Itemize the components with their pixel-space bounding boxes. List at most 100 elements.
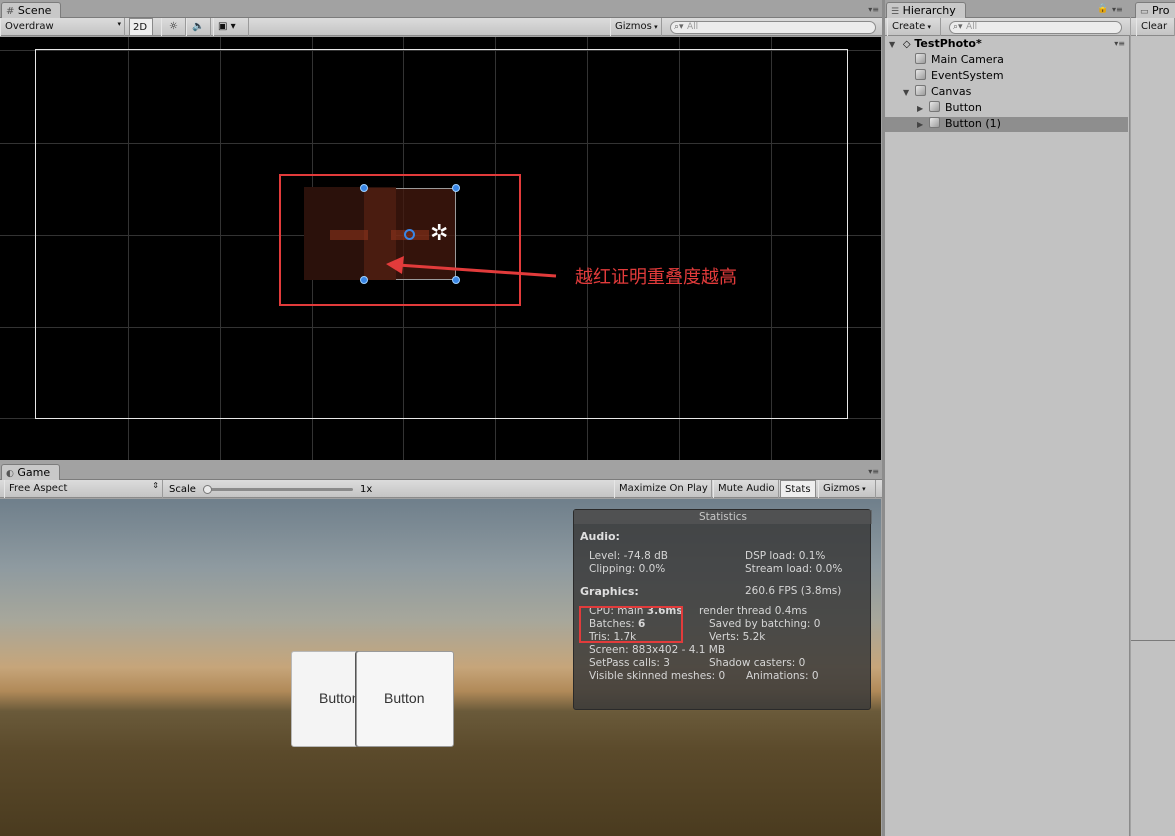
scene-viewport[interactable]: ✲ 越红证明重叠度越高 bbox=[0, 37, 881, 460]
hierarchy-item-selected[interactable]: ▶ Button (1) bbox=[885, 117, 1128, 132]
search-icon: ⌕▾ bbox=[674, 22, 684, 32]
scale-label: Scale bbox=[169, 484, 196, 495]
create-label: Create bbox=[892, 21, 926, 32]
scene-gizmos-label: Gizmos bbox=[615, 21, 652, 32]
audio-toggle-icon[interactable]: 🔈 bbox=[186, 18, 211, 36]
gameobject-icon bbox=[929, 117, 940, 128]
audio-level: Level: -74.8 dB bbox=[589, 550, 668, 562]
hierarchy-item-label: EventSystem bbox=[931, 69, 1004, 82]
annotation-text: 越红证明重叠度越高 bbox=[575, 267, 737, 288]
render-thread: render thread 0.4ms bbox=[699, 605, 808, 617]
gameobject-icon bbox=[915, 69, 926, 80]
dropdown-arrow-icon: ⇕ bbox=[152, 481, 159, 490]
scale-slider-thumb[interactable] bbox=[203, 485, 212, 494]
setpass-calls: SetPass calls: 3 bbox=[589, 657, 670, 669]
tab-project-label: Pro bbox=[1152, 4, 1170, 17]
verts-count: Verts: 5.2k bbox=[709, 631, 766, 643]
hierarchy-panel: ☰ Hierarchy 🔒 ▾≡ Create ▾ ⌕▾ All ▼ ◇ Tes… bbox=[885, 0, 1130, 836]
expand-arrow-icon[interactable]: ▼ bbox=[903, 88, 913, 97]
gameobject-icon bbox=[915, 85, 926, 96]
expand-arrow-icon[interactable]: ▼ bbox=[889, 40, 899, 49]
scene-tabbar: # Scene ▾≡ bbox=[0, 0, 882, 19]
collapse-arrow-icon[interactable]: ▶ bbox=[917, 120, 927, 129]
audio-heading: Audio: bbox=[580, 530, 620, 543]
stream-load: Stream load: 0.0% bbox=[745, 563, 843, 575]
effects-dropdown-icon[interactable]: ▣ ▾ bbox=[213, 18, 249, 36]
stats-toggle[interactable]: Stats bbox=[780, 480, 816, 498]
hierarchy-item[interactable]: EventSystem bbox=[903, 69, 1127, 85]
screen-info: Screen: 883x402 - 4.1 MB bbox=[589, 644, 726, 656]
tab-scene-label: Scene bbox=[17, 4, 52, 17]
gameobject-icon bbox=[929, 101, 940, 112]
lighting-toggle-icon[interactable]: ☼ bbox=[161, 18, 186, 36]
tab-scene[interactable]: # Scene bbox=[1, 2, 61, 19]
scene-search-placeholder: All bbox=[687, 22, 699, 32]
aspect-dropdown[interactable]: Free Aspect ⇕ bbox=[4, 480, 163, 498]
game-viewport[interactable]: Button Button Statistics Audio: Level: -… bbox=[0, 499, 881, 836]
tab-hierarchy[interactable]: ☰ Hierarchy bbox=[886, 2, 966, 19]
batches-highlight-box bbox=[579, 606, 683, 643]
project-toolbar: Clear bbox=[1131, 18, 1175, 36]
scale-slider[interactable] bbox=[203, 485, 353, 494]
hierarchy-search-input[interactable]: ⌕▾ All bbox=[949, 21, 1122, 34]
search-icon: ⌕▾ bbox=[953, 22, 963, 32]
panel-divider bbox=[1131, 640, 1175, 641]
collapse-arrow-icon[interactable]: ▶ bbox=[917, 104, 927, 113]
2d-toggle-button[interactable]: 2D bbox=[129, 18, 153, 36]
hierarchy-tabbar: ☰ Hierarchy 🔒 ▾≡ bbox=[885, 0, 1130, 19]
annotation-arrow bbox=[386, 256, 557, 278]
audio-clipping: Clipping: 0.0% bbox=[589, 563, 666, 575]
unity-scene-icon: ◇ bbox=[902, 39, 911, 50]
draw-mode-dropdown[interactable]: Overdraw ▾ bbox=[0, 18, 125, 36]
project-tabbar: ▭ Pro bbox=[1131, 0, 1175, 19]
panel-menu-icon[interactable]: ▾≡ bbox=[1112, 5, 1123, 14]
graphics-heading: Graphics: bbox=[580, 585, 639, 598]
mute-audio-toggle[interactable]: Mute Audio bbox=[713, 480, 779, 498]
scale-slider-track bbox=[203, 488, 353, 491]
grid-icon: # bbox=[6, 6, 15, 17]
game-tabbar: ◐ Game ▾≡ bbox=[0, 462, 882, 481]
scene-name: TestPhoto* bbox=[914, 37, 982, 50]
scene-toolbar: Overdraw ▾ 2D ☼ 🔈 ▣ ▾ Gizmos ▾ ⌕▾ All bbox=[0, 18, 882, 36]
tab-game[interactable]: ◐ Game bbox=[1, 464, 60, 481]
lock-icon[interactable]: 🔒 bbox=[1097, 4, 1108, 14]
hierarchy-toolbar: Create ▾ ⌕▾ All bbox=[885, 18, 1130, 36]
dsp-load: DSP load: 0.1% bbox=[745, 550, 826, 562]
scene-gizmos-dropdown[interactable]: Gizmos ▾ bbox=[610, 18, 662, 36]
scale-value: 1x bbox=[360, 484, 373, 495]
hierarchy-item-label: Main Camera bbox=[931, 53, 1004, 66]
draw-mode-label: Overdraw bbox=[5, 21, 54, 32]
ui-button-back-label: Button bbox=[319, 690, 360, 706]
animations-count: Animations: 0 bbox=[746, 670, 819, 682]
clear-button[interactable]: Clear bbox=[1136, 18, 1175, 36]
saved-by-batching: Saved by batching: 0 bbox=[709, 618, 821, 630]
statistics-panel: Statistics Audio: Level: -74.8 dB Clippi… bbox=[573, 509, 872, 710]
panel-menu-icon[interactable]: ▾≡ bbox=[868, 5, 879, 14]
game-toolbar: Free Aspect ⇕ Scale 1x Maximize On Play … bbox=[0, 480, 882, 498]
scene-menu-icon[interactable]: ▾≡ bbox=[1114, 39, 1125, 48]
hierarchy-item[interactable]: ▶ Button bbox=[917, 101, 1127, 117]
aspect-label: Free Aspect bbox=[9, 483, 68, 494]
maximize-on-play-toggle[interactable]: Maximize On Play bbox=[614, 480, 712, 498]
game-panel: ◐ Game ▾≡ Free Aspect ⇕ Scale 1x Maximiz… bbox=[0, 462, 882, 836]
panel-menu-icon[interactable]: ▾≡ bbox=[868, 467, 879, 476]
create-dropdown[interactable]: Create ▾ bbox=[887, 18, 941, 36]
game-gizmos-label: Gizmos bbox=[823, 483, 860, 494]
folder-icon: ▭ bbox=[1140, 7, 1149, 17]
game-gizmos-dropdown[interactable]: Gizmos ▾ bbox=[818, 480, 876, 498]
scene-search-input[interactable]: ⌕▾ All bbox=[670, 21, 876, 34]
tab-hierarchy-label: Hierarchy bbox=[902, 4, 956, 17]
hierarchy-item-label: Canvas bbox=[931, 85, 972, 98]
hierarchy-item-label: Button (1) bbox=[945, 117, 1001, 130]
tab-project[interactable]: ▭ Pro bbox=[1135, 2, 1175, 19]
hierarchy-item[interactable]: Main Camera bbox=[903, 53, 1127, 69]
hierarchy-item-label: Button bbox=[945, 101, 982, 114]
ui-button-front[interactable]: Button bbox=[356, 651, 454, 747]
ui-button-front-label: Button bbox=[384, 690, 425, 706]
shadow-casters: Shadow casters: 0 bbox=[709, 657, 806, 669]
hierarchy-scene-row[interactable]: ▼ ◇ TestPhoto* ▾≡ bbox=[889, 37, 1127, 53]
visible-skinned-meshes: Visible skinned meshes: 0 bbox=[589, 670, 726, 682]
hierarchy-search-placeholder: All bbox=[966, 22, 978, 32]
scene-panel: # Scene ▾≡ Overdraw ▾ 2D ☼ 🔈 ▣ ▾ Gizmos … bbox=[0, 0, 882, 462]
hierarchy-item[interactable]: ▼ Canvas bbox=[903, 85, 1127, 101]
